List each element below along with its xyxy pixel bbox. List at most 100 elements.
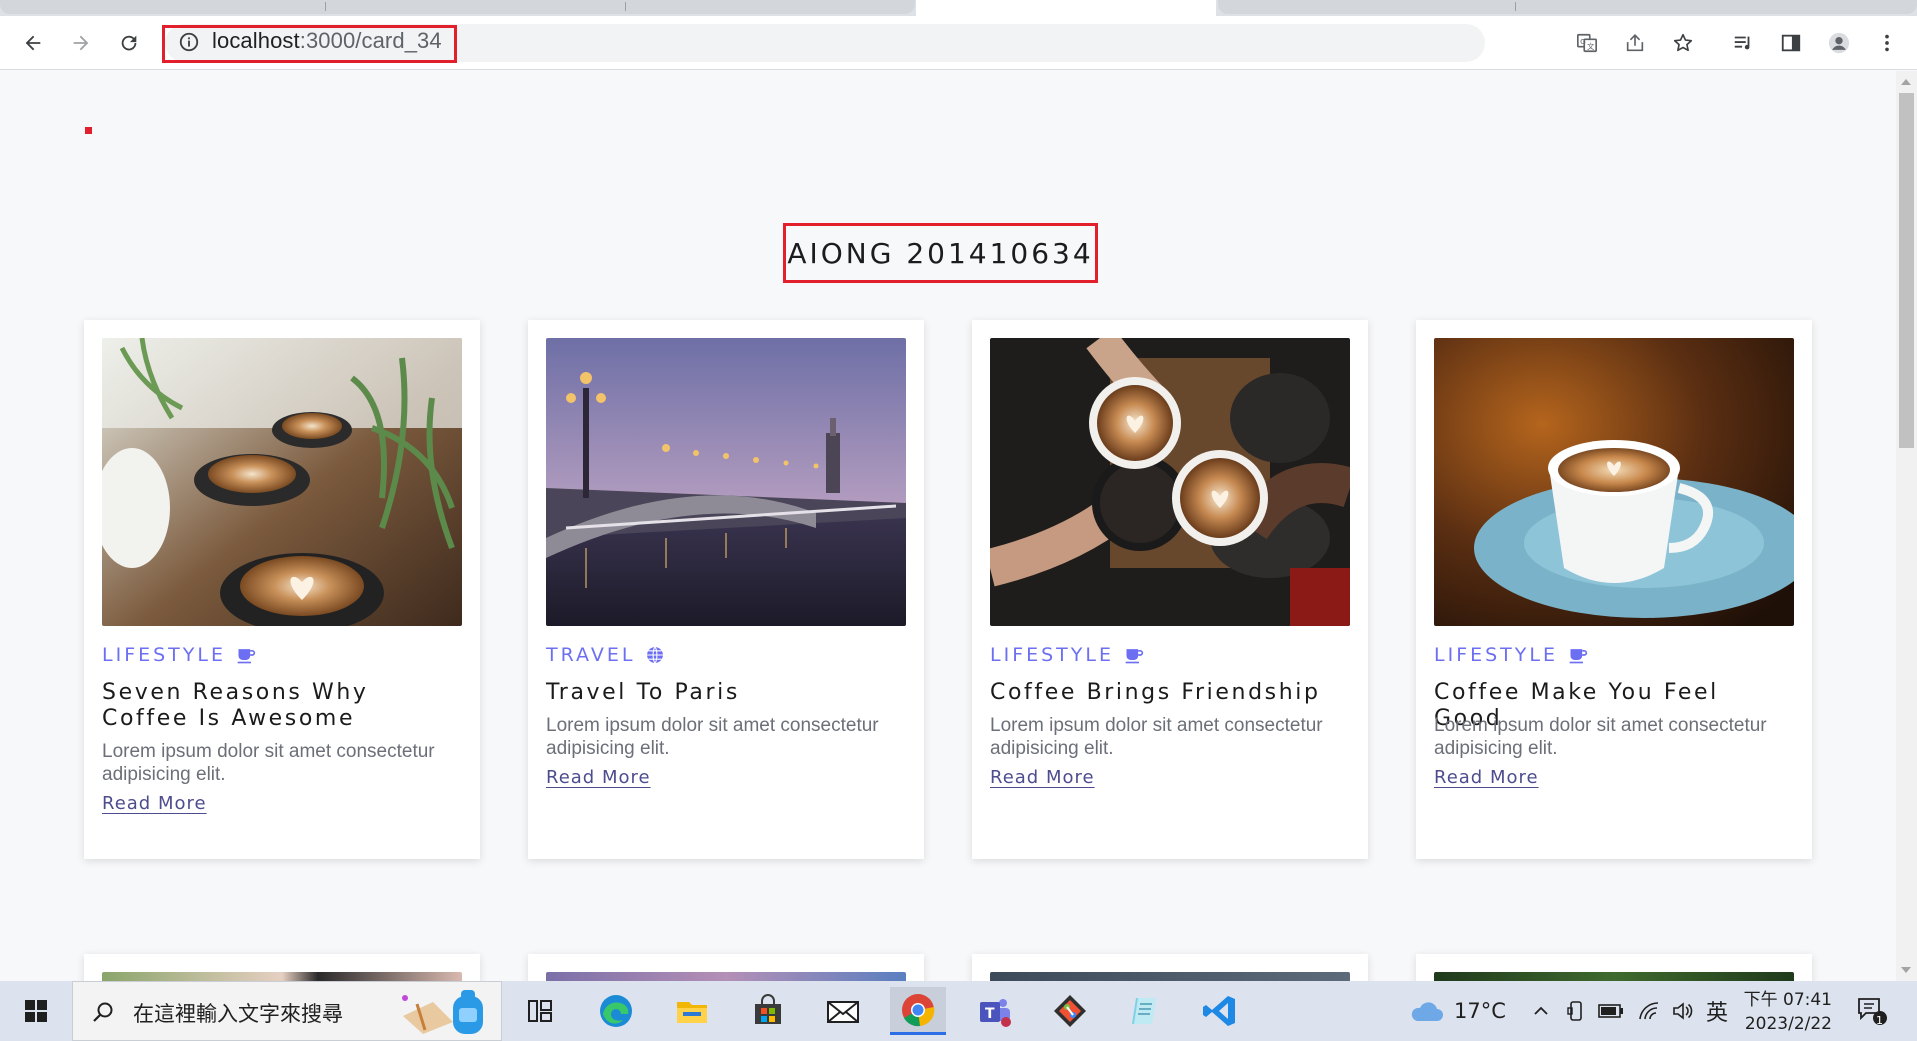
card-image-coffee-saucer [1434, 338, 1794, 626]
scroll-thumb[interactable] [1899, 93, 1914, 448]
back-button[interactable] [16, 26, 50, 60]
reload-button[interactable] [112, 26, 146, 60]
share-button[interactable] [1618, 26, 1652, 60]
taskbar-teams[interactable]: T [967, 987, 1023, 1035]
media-icon [1734, 36, 1750, 50]
cloud-icon [1411, 1002, 1443, 1021]
scroll-down-arrow[interactable] [1901, 967, 1911, 973]
tab-separator [1515, 2, 1516, 11]
card-category-label: TRAVEL [546, 644, 636, 666]
bookmark-button[interactable] [1666, 26, 1700, 60]
card-image [102, 972, 462, 981]
tab-active[interactable] [916, 0, 1216, 16]
read-more-link[interactable]: Read More [102, 793, 207, 814]
taskbar-edge[interactable] [588, 987, 644, 1035]
vscode-icon [1203, 996, 1235, 1026]
card-image [1434, 972, 1794, 981]
card-coffee-awesome: LIFESTYLE Seven Reasons Why Coffee Is Aw… [84, 320, 480, 859]
card-image [990, 972, 1350, 981]
scroll-up-arrow[interactable] [1901, 79, 1911, 85]
task-view-icon [528, 1000, 552, 1022]
globe-icon [647, 646, 664, 664]
windows-taskbar: 在這裡輸入文字來搜尋 T 17°C 英 下午 07:41 2023/2/22 1 [0, 981, 1917, 1041]
red-marker [85, 127, 92, 134]
tray-wifi[interactable] [1638, 981, 1660, 1041]
taskbar-git[interactable] [1042, 987, 1098, 1035]
search-icon [93, 1002, 113, 1022]
notification-center[interactable]: 1 [1856, 981, 1888, 1041]
chrome-icon [902, 993, 935, 1026]
clock-time: 下午 07:41 [1743, 990, 1832, 1010]
battery-icon [1598, 1004, 1623, 1018]
card-image-coffee-cheers [990, 338, 1350, 626]
svg-text:G: G [1580, 37, 1586, 46]
card-coffee-feel-good: LIFESTYLE Coffee Make You Feel Good Lore… [1416, 320, 1812, 859]
card-category-label: LIFESTYLE [102, 644, 226, 666]
back-icon [25, 35, 41, 51]
tray-device[interactable] [1566, 981, 1586, 1041]
media-button[interactable] [1726, 26, 1760, 60]
coffee-icon [1125, 649, 1144, 664]
show-hidden-icons[interactable] [1532, 981, 1550, 1041]
tab-background-left[interactable] [0, 0, 915, 14]
tray-battery[interactable] [1598, 981, 1624, 1041]
read-more-link[interactable]: Read More [546, 767, 651, 788]
notepad-icon [1132, 998, 1156, 1024]
taskbar-notepad[interactable] [1117, 987, 1173, 1035]
translate-icon: G文 [1577, 33, 1597, 53]
taskbar-mail[interactable] [815, 987, 871, 1035]
page-scrollbar[interactable] [1896, 71, 1917, 981]
git-icon [1054, 995, 1086, 1027]
coffee-icon [1569, 649, 1588, 664]
menu-button[interactable] [1870, 26, 1904, 60]
card-row2-4 [1416, 954, 1812, 981]
translate-button[interactable]: G文 [1570, 26, 1604, 60]
notification-icon [1858, 998, 1887, 1025]
reload-icon [121, 35, 137, 51]
side-panel-icon [1781, 34, 1801, 52]
svg-text:文: 文 [1587, 42, 1595, 51]
start-button[interactable] [0, 981, 72, 1041]
chevron-up-icon [1534, 1006, 1548, 1015]
forward-icon [73, 35, 89, 51]
card-image-paris-bridge [546, 338, 906, 626]
card-category: TRAVEL [546, 644, 665, 666]
notification-count: 1 [1876, 1014, 1883, 1027]
file-explorer-icon [677, 1002, 707, 1023]
read-more-link[interactable]: Read More [990, 767, 1095, 788]
card-travel-paris: TRAVEL Travel To Paris Lorem ipsum dolor… [528, 320, 924, 859]
tray-volume[interactable] [1672, 981, 1694, 1041]
star-icon [1673, 33, 1693, 52]
taskbar-chrome[interactable] [890, 987, 946, 1035]
profile-button[interactable] [1822, 26, 1856, 60]
wifi-icon [1639, 1002, 1659, 1020]
coffee-icon [237, 649, 256, 664]
read-more-link[interactable]: Read More [1434, 767, 1539, 788]
taskbar-file-explorer[interactable] [664, 987, 720, 1035]
taskbar-store[interactable] [740, 987, 796, 1035]
card-image [546, 972, 906, 981]
tray-ime[interactable]: 英 [1706, 981, 1728, 1041]
card-row2-2 [528, 954, 924, 981]
card-category-label: LIFESTYLE [990, 644, 1114, 666]
card-category-label: LIFESTYLE [1434, 644, 1558, 666]
url-highlight-box [162, 25, 457, 63]
windows-icon [25, 1000, 47, 1022]
page-title: AIONG 201410634 [787, 236, 1094, 270]
weather-widget[interactable]: 17°C [1408, 981, 1506, 1041]
taskbar-clock[interactable]: 下午 07:41 2023/2/22 [1740, 988, 1832, 1036]
tab-background-right[interactable] [1218, 0, 1917, 14]
card-description: Lorem ipsum dolor sit amet consectetur a… [102, 741, 435, 785]
card-category: LIFESTYLE [990, 644, 1144, 666]
taskbar-vscode[interactable] [1192, 987, 1248, 1035]
store-icon [755, 994, 781, 1024]
profile-icon [1828, 32, 1850, 54]
forward-button[interactable] [64, 26, 98, 60]
edge-icon [600, 995, 632, 1027]
page-content: AIONG 201410634 LIFESTYLE Seven Reasons … [0, 71, 1896, 981]
taskbar-search[interactable]: 在這裡輸入文字來搜尋 [72, 981, 502, 1041]
menu-icon [1885, 34, 1889, 52]
taskbar-task-view[interactable] [512, 987, 568, 1035]
speaker-icon [1673, 1002, 1693, 1020]
side-panel-button[interactable] [1774, 26, 1808, 60]
